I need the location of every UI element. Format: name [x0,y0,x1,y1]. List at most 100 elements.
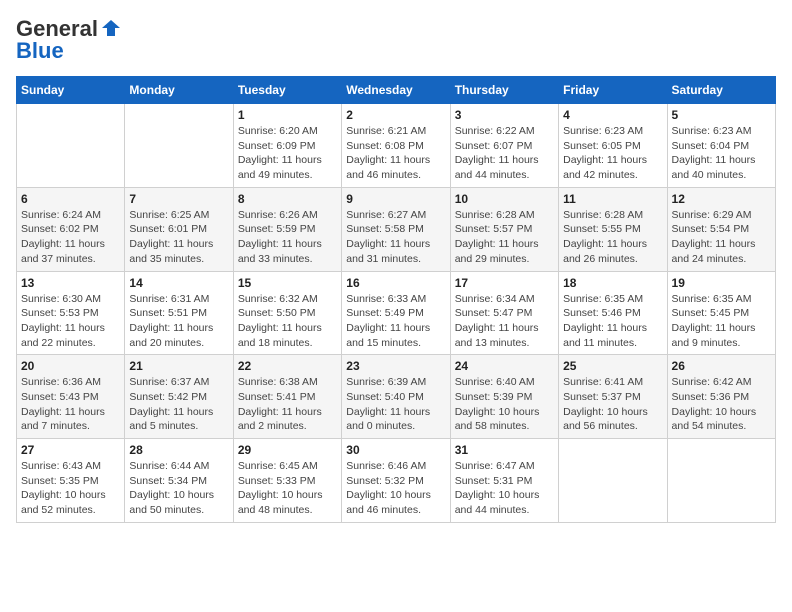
day-number: 31 [455,443,554,457]
day-number: 1 [238,108,337,122]
day-info: Sunrise: 6:47 AM Sunset: 5:31 PM Dayligh… [455,459,554,518]
day-number: 10 [455,192,554,206]
day-info: Sunrise: 6:34 AM Sunset: 5:47 PM Dayligh… [455,292,554,351]
day-info: Sunrise: 6:39 AM Sunset: 5:40 PM Dayligh… [346,375,445,434]
day-info: Sunrise: 6:36 AM Sunset: 5:43 PM Dayligh… [21,375,120,434]
logo: General Blue [16,16,122,64]
day-info: Sunrise: 6:37 AM Sunset: 5:42 PM Dayligh… [129,375,228,434]
day-info: Sunrise: 6:31 AM Sunset: 5:51 PM Dayligh… [129,292,228,351]
day-info: Sunrise: 6:29 AM Sunset: 5:54 PM Dayligh… [672,208,771,267]
day-number: 24 [455,359,554,373]
calendar-week-row: 27Sunrise: 6:43 AM Sunset: 5:35 PM Dayli… [17,439,776,523]
day-info: Sunrise: 6:23 AM Sunset: 6:05 PM Dayligh… [563,124,662,183]
calendar-cell: 23 Sunrise: 6:39 AM Sunset: 5:40 PM Dayli… [342,355,450,439]
calendar-cell: 30 Sunrise: 6:46 AM Sunset: 5:32 PM Dayli… [342,439,450,523]
calendar-cell: 25 Sunrise: 6:41 AM Sunset: 5:37 PM Dayli… [559,355,667,439]
day-number: 17 [455,276,554,290]
day-number: 6 [21,192,120,206]
day-info: Sunrise: 6:43 AM Sunset: 5:35 PM Dayligh… [21,459,120,518]
day-number: 21 [129,359,228,373]
calendar-week-row: 20Sunrise: 6:36 AM Sunset: 5:43 PM Dayli… [17,355,776,439]
day-info: Sunrise: 6:35 AM Sunset: 5:45 PM Dayligh… [672,292,771,351]
calendar-cell: 3 Sunrise: 6:22 AM Sunset: 6:07 PM Daylig… [450,104,558,188]
logo-bird-icon [100,18,122,40]
day-info: Sunrise: 6:32 AM Sunset: 5:50 PM Dayligh… [238,292,337,351]
day-info: Sunrise: 6:38 AM Sunset: 5:41 PM Dayligh… [238,375,337,434]
calendar-cell: 15 Sunrise: 6:32 AM Sunset: 5:50 PM Dayli… [233,271,341,355]
day-number: 3 [455,108,554,122]
day-number: 28 [129,443,228,457]
day-info: Sunrise: 6:41 AM Sunset: 5:37 PM Dayligh… [563,375,662,434]
calendar-week-row: 6 Sunrise: 6:24 AM Sunset: 6:02 PM Daylig… [17,187,776,271]
day-of-week-header: Monday [125,77,233,104]
calendar-cell: 27Sunrise: 6:43 AM Sunset: 5:35 PM Dayli… [17,439,125,523]
day-info: Sunrise: 6:46 AM Sunset: 5:32 PM Dayligh… [346,459,445,518]
day-number: 22 [238,359,337,373]
calendar-cell [17,104,125,188]
day-info: Sunrise: 6:24 AM Sunset: 6:02 PM Dayligh… [21,208,120,267]
calendar-cell: 17 Sunrise: 6:34 AM Sunset: 5:47 PM Dayli… [450,271,558,355]
calendar-cell: 1 Sunrise: 6:20 AM Sunset: 6:09 PM Daylig… [233,104,341,188]
day-info: Sunrise: 6:25 AM Sunset: 6:01 PM Dayligh… [129,208,228,267]
calendar-header-row: SundayMondayTuesdayWednesdayThursdayFrid… [17,77,776,104]
calendar-cell: 8Sunrise: 6:26 AM Sunset: 5:59 PM Daylig… [233,187,341,271]
day-info: Sunrise: 6:21 AM Sunset: 6:08 PM Dayligh… [346,124,445,183]
day-number: 2 [346,108,445,122]
calendar-cell: 7 Sunrise: 6:25 AM Sunset: 6:01 PM Daylig… [125,187,233,271]
day-info: Sunrise: 6:28 AM Sunset: 5:55 PM Dayligh… [563,208,662,267]
day-number: 16 [346,276,445,290]
day-number: 29 [238,443,337,457]
calendar-cell: 26 Sunrise: 6:42 AM Sunset: 5:36 PM Dayli… [667,355,775,439]
calendar-cell [667,439,775,523]
calendar-cell: 9 Sunrise: 6:27 AM Sunset: 5:58 PM Daylig… [342,187,450,271]
day-info: Sunrise: 6:20 AM Sunset: 6:09 PM Dayligh… [238,124,337,183]
day-number: 19 [672,276,771,290]
day-number: 23 [346,359,445,373]
day-number: 25 [563,359,662,373]
day-number: 30 [346,443,445,457]
calendar-cell: 6 Sunrise: 6:24 AM Sunset: 6:02 PM Daylig… [17,187,125,271]
day-of-week-header: Wednesday [342,77,450,104]
day-number: 15 [238,276,337,290]
day-of-week-header: Friday [559,77,667,104]
day-number: 14 [129,276,228,290]
day-number: 11 [563,192,662,206]
calendar-table: SundayMondayTuesdayWednesdayThursdayFrid… [16,76,776,523]
calendar-week-row: 13 Sunrise: 6:30 AM Sunset: 5:53 PM Dayli… [17,271,776,355]
day-info: Sunrise: 6:23 AM Sunset: 6:04 PM Dayligh… [672,124,771,183]
logo-blue-text: Blue [16,38,64,64]
day-number: 9 [346,192,445,206]
calendar-cell: 11 Sunrise: 6:28 AM Sunset: 5:55 PM Dayli… [559,187,667,271]
calendar-cell: 22 Sunrise: 6:38 AM Sunset: 5:41 PM Dayli… [233,355,341,439]
day-of-week-header: Tuesday [233,77,341,104]
calendar-cell: 21 Sunrise: 6:37 AM Sunset: 5:42 PM Dayli… [125,355,233,439]
day-of-week-header: Sunday [17,77,125,104]
page-header: General Blue [16,16,776,64]
calendar-cell: 24 Sunrise: 6:40 AM Sunset: 5:39 PM Dayli… [450,355,558,439]
day-info: Sunrise: 6:30 AM Sunset: 5:53 PM Dayligh… [21,292,120,351]
calendar-cell [125,104,233,188]
calendar-cell: 13 Sunrise: 6:30 AM Sunset: 5:53 PM Dayli… [17,271,125,355]
day-info: Sunrise: 6:40 AM Sunset: 5:39 PM Dayligh… [455,375,554,434]
calendar-cell: 2 Sunrise: 6:21 AM Sunset: 6:08 PM Daylig… [342,104,450,188]
calendar-week-row: 1 Sunrise: 6:20 AM Sunset: 6:09 PM Daylig… [17,104,776,188]
day-of-week-header: Thursday [450,77,558,104]
day-info: Sunrise: 6:44 AM Sunset: 5:34 PM Dayligh… [129,459,228,518]
day-info: Sunrise: 6:27 AM Sunset: 5:58 PM Dayligh… [346,208,445,267]
day-number: 8 [238,192,337,206]
day-number: 12 [672,192,771,206]
day-info: Sunrise: 6:28 AM Sunset: 5:57 PM Dayligh… [455,208,554,267]
day-number: 7 [129,192,228,206]
day-number: 13 [21,276,120,290]
calendar-cell: 10 Sunrise: 6:28 AM Sunset: 5:57 PM Dayli… [450,187,558,271]
day-info: Sunrise: 6:22 AM Sunset: 6:07 PM Dayligh… [455,124,554,183]
day-info: Sunrise: 6:42 AM Sunset: 5:36 PM Dayligh… [672,375,771,434]
day-info: Sunrise: 6:45 AM Sunset: 5:33 PM Dayligh… [238,459,337,518]
calendar-cell: 20Sunrise: 6:36 AM Sunset: 5:43 PM Dayli… [17,355,125,439]
calendar-cell: 4Sunrise: 6:23 AM Sunset: 6:05 PM Daylig… [559,104,667,188]
day-info: Sunrise: 6:33 AM Sunset: 5:49 PM Dayligh… [346,292,445,351]
calendar-cell: 31 Sunrise: 6:47 AM Sunset: 5:31 PM Dayli… [450,439,558,523]
day-number: 5 [672,108,771,122]
calendar-cell [559,439,667,523]
day-number: 26 [672,359,771,373]
